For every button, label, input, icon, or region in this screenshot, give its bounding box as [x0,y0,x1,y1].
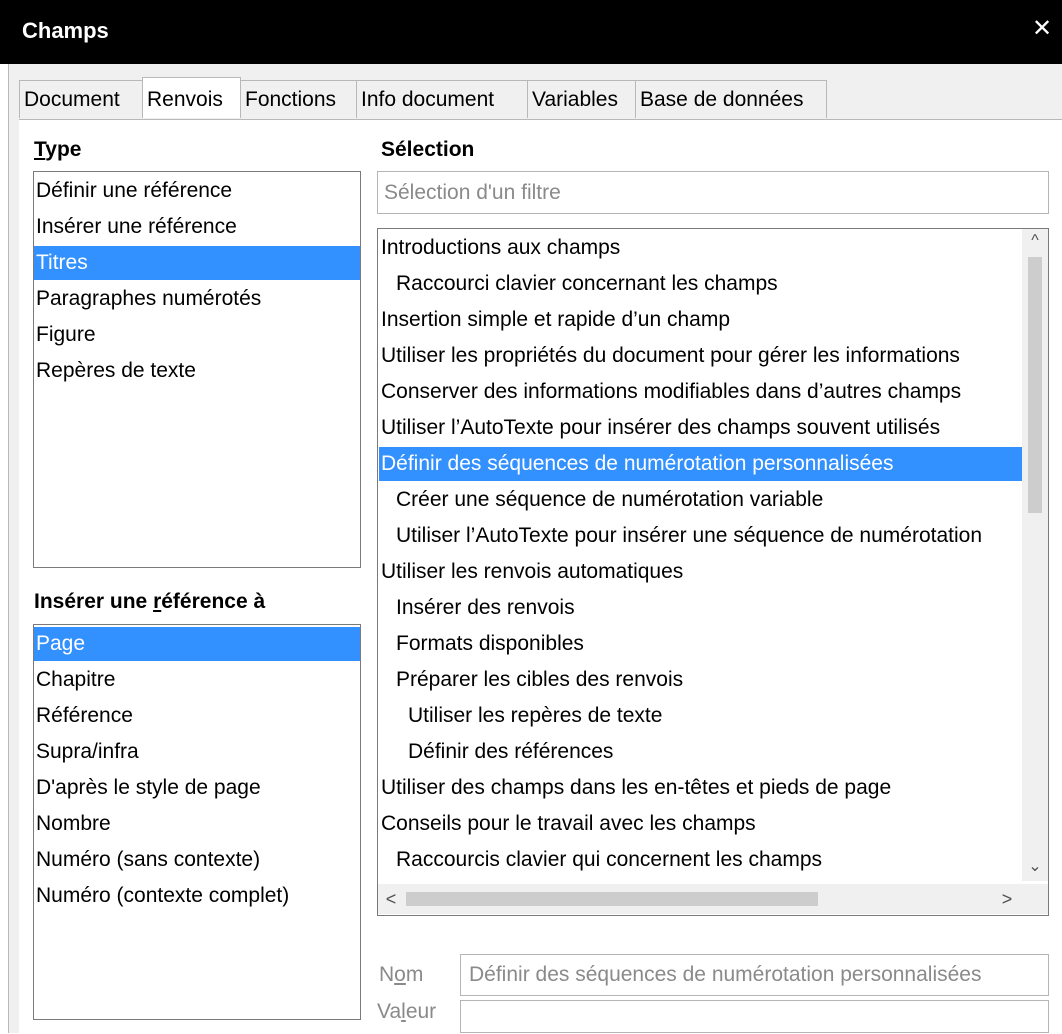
tab-renvois[interactable]: Renvois [142,77,241,118]
scroll-down-icon[interactable]: ⌄ [1022,855,1048,879]
tree-item[interactable]: Utiliser les propriétés du document pour… [379,339,1024,373]
vertical-scroll-thumb[interactable] [1028,257,1042,513]
filter-input[interactable]: Sélection d'un filtre [377,171,1049,214]
type-heading-mnemonic: T [34,138,46,161]
format-item-reference[interactable]: Référence [34,699,360,733]
type-list[interactable]: Définir une référence Insérer une référe… [33,171,361,568]
tree-item[interactable]: Utiliser les renvois automatiques [379,555,1024,589]
name-label-pre: N [379,963,395,986]
tab-variables[interactable]: Variables [527,80,636,118]
format-item-numero-contexte-complet[interactable]: Numéro (contexte complet) [34,879,360,913]
horizontal-scroll-thumb[interactable] [406,892,818,906]
tree-item[interactable]: Introductions aux champs [379,231,1024,265]
tab-document[interactable]: Document [19,80,143,118]
tree-item[interactable]: Utiliser l’AutoTexte pour insérer une sé… [394,519,1039,553]
name-label: Nom [379,963,423,987]
type-item-figure[interactable]: Figure [34,318,360,352]
scroll-right-icon[interactable]: > [994,884,1020,914]
scrollbar-corner [1022,884,1048,914]
scroll-up-icon[interactable]: ^ [1022,229,1048,253]
tree-item[interactable]: Créer une séquence de numérotation varia… [394,483,1039,517]
insert-reference-heading-post: éférence à [161,590,266,613]
tree-item[interactable]: Raccourci clavier concernant les champs [394,267,1039,301]
tab-fonctions[interactable]: Fonctions [240,80,357,118]
format-item-style-page[interactable]: D'après le style de page [34,771,360,805]
type-item-reperes-texte[interactable]: Repères de texte [34,354,360,388]
tree-item[interactable]: Insertion simple et rapide d’un champ [379,303,1024,337]
close-icon[interactable]: ✕ [1030,14,1054,44]
value-label-post: eur [405,1000,437,1023]
format-item-nombre[interactable]: Nombre [34,807,360,841]
tree-item[interactable]: Conserver des informations modifiables d… [379,375,1024,409]
tree-item-selected[interactable]: Définir des séquences de numérotation pe… [379,447,1024,481]
format-item-supra-infra[interactable]: Supra/infra [34,735,360,769]
tree-item[interactable]: Raccourcis clavier qui concernent les ch… [394,843,1039,877]
tree-item[interactable]: Utiliser l’AutoTexte pour insérer des ch… [379,411,1024,445]
name-label-post: m [405,963,424,986]
insert-reference-list[interactable]: Page Chapitre Référence Supra/infra D'ap… [33,624,361,1020]
window-title: Champs [22,18,109,43]
tree-item[interactable]: Utiliser les repères de texte [406,699,1023,733]
selection-tree[interactable]: Introductions aux champs Raccourci clavi… [377,228,1049,916]
tree-item[interactable]: Définir des références [406,735,1023,769]
value-label-pre: Va [377,1000,402,1023]
type-heading-rest: ype [45,138,82,161]
type-item-titres[interactable]: Titres [34,246,360,280]
type-item-inserer-reference[interactable]: Insérer une référence [34,210,360,244]
tree-item[interactable]: Formats disponibles [394,627,1039,661]
format-item-chapitre[interactable]: Chapitre [34,663,360,697]
tree-item[interactable]: Préparer les cibles des renvois [394,663,1039,697]
selection-heading: Sélection [381,138,475,161]
name-field[interactable]: Définir des séquences de numérotation pe… [460,954,1049,996]
scroll-left-icon[interactable]: < [378,884,404,914]
type-heading: Type [34,138,81,162]
tree-item[interactable]: Insérer des renvois [394,591,1039,625]
insert-reference-heading: Insérer une référence à [34,590,265,614]
tree-item[interactable]: Utiliser des champs dans les en-têtes et… [379,771,1024,805]
type-item-paragraphes-numerotes[interactable]: Paragraphes numérotés [34,282,360,316]
type-item-definir-reference[interactable]: Définir une référence [34,174,360,208]
value-label: Valeur [377,1000,436,1024]
value-field[interactable] [460,1000,1049,1033]
insert-reference-heading-pre: Insérer une [34,590,154,613]
format-item-page[interactable]: Page [34,627,360,661]
tab-info-document[interactable]: Info document [356,80,528,118]
name-label-mnemonic: o [394,963,406,986]
tab-base-de-donnees[interactable]: Base de données [635,80,827,118]
format-item-numero-sans-contexte[interactable]: Numéro (sans contexte) [34,843,360,877]
tree-item[interactable]: Conseils pour le travail avec les champs [379,807,1024,841]
horizontal-scrollbar[interactable]: < > [378,884,1022,914]
title-bar: Champs ✕ [0,0,1062,64]
vertical-scrollbar[interactable]: ^ ⌄ [1022,229,1048,881]
